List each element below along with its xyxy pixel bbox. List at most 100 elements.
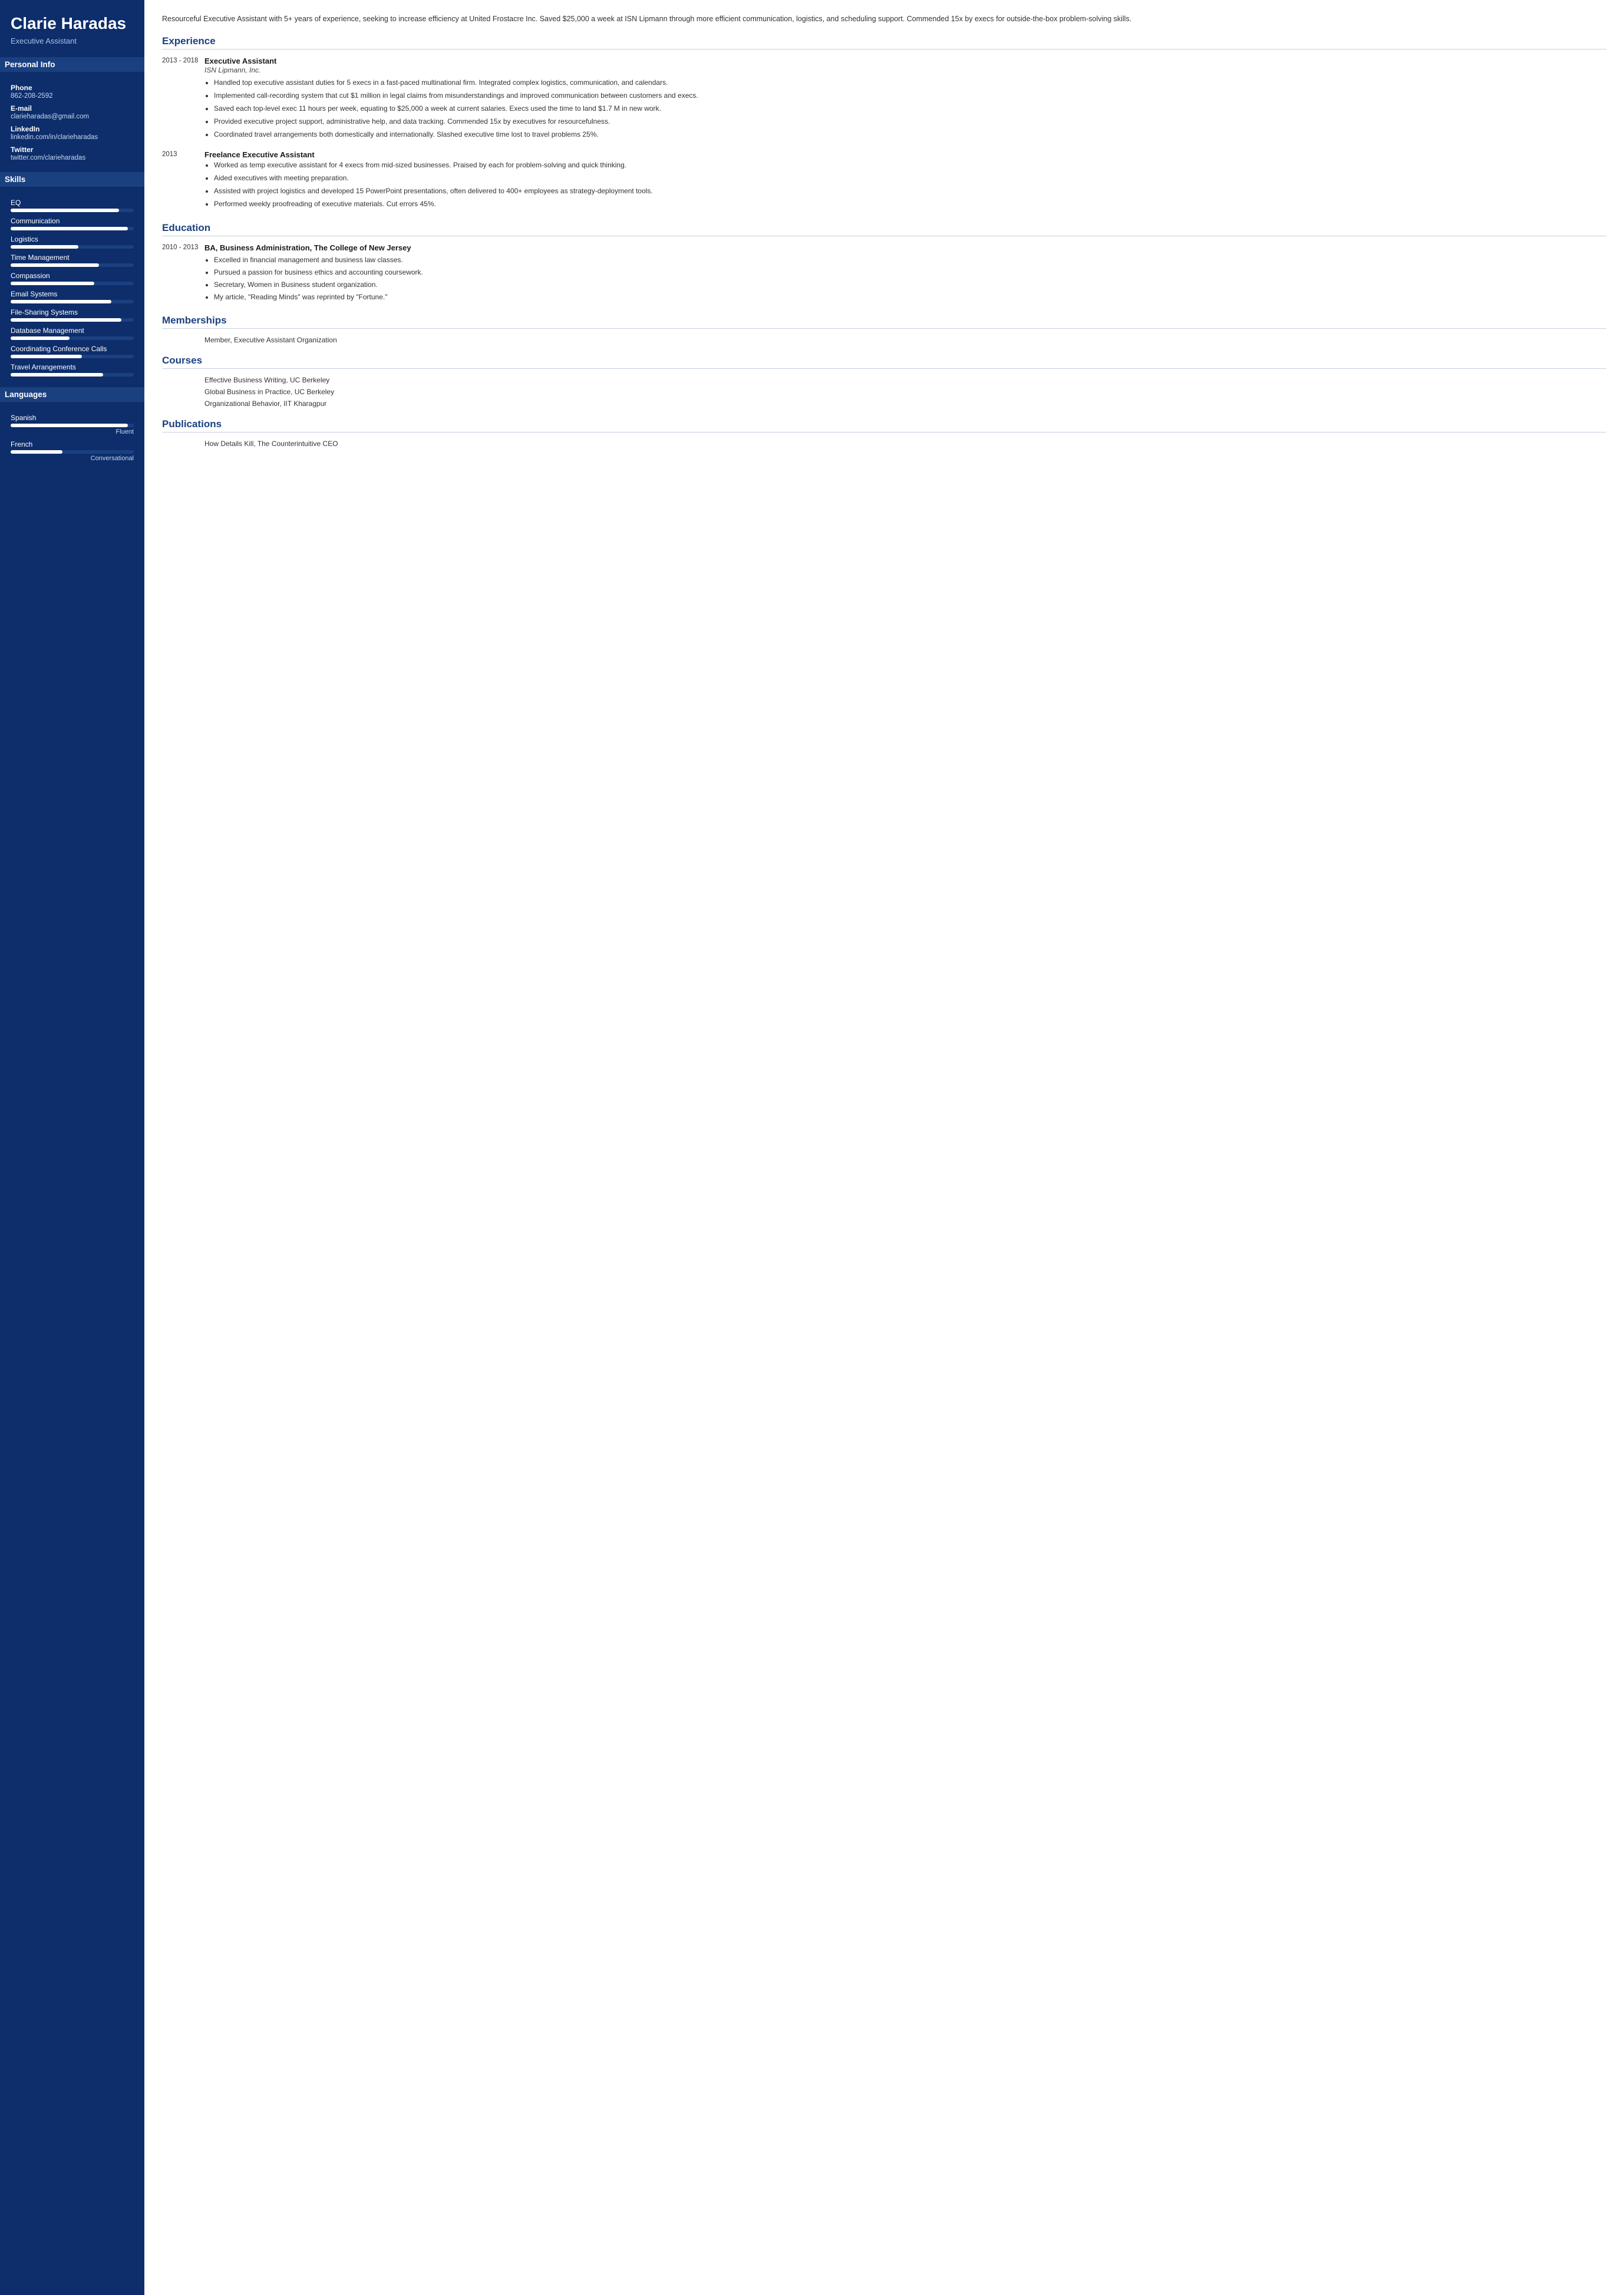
skill-name: EQ [11,199,134,207]
exp-bullet: Coordinated travel arrangements both dom… [214,129,1606,140]
course-text: Organizational Behavior, IIT Kharagpur [204,399,1606,408]
sidebar-title: Executive Assistant [11,37,134,45]
publication-entry: How Details Kill, The Counterintuitive C… [162,440,1606,448]
skill-name: Database Management [11,326,134,335]
edu-degree: BA, Business Administration, The College… [204,243,1606,252]
skill-bar-bg [11,300,134,303]
memberships-section: Memberships Member, Executive Assistant … [162,315,1606,344]
entry-indent [162,376,204,384]
language-level: Conversational [11,455,134,462]
skill-bar-bg [11,373,134,377]
skill-bar-bg [11,227,134,230]
twitter-label: Twitter [11,146,134,154]
skill-name: Email Systems [11,290,134,298]
languages-section-title: Languages [0,387,144,402]
exp-bullet: Handled top executive assistant duties f… [214,77,1606,88]
personal-info-fields: Phone 862-208-2592 E-mail clarieharadas@… [11,79,134,163]
course-text: Global Business in Practice, UC Berkeley [204,388,1606,396]
edu-bullets: Excelled in financial management and bus… [204,255,1606,302]
education-entries: 2010 - 2013BA, Business Administration, … [162,243,1606,304]
membership-entry: Member, Executive Assistant Organization [162,336,1606,344]
skill-bar-bg [11,245,134,249]
publications-section: Publications How Details Kill, The Count… [162,418,1606,448]
skill-bar-fill [11,355,82,358]
education-entry: 2010 - 2013BA, Business Administration, … [162,243,1606,304]
linkedin-value: linkedin.com/in/clarieharadas [11,134,134,141]
exp-bullet: Saved each top-level exec 11 hours per w… [214,103,1606,114]
skills-list: EQ Communication Logistics Time Management C… [11,194,134,378]
language-name: French [11,440,134,448]
skill-item: Email Systems [11,290,134,303]
language-item: French Conversational [11,440,134,462]
skill-bar-fill [11,245,78,249]
summary: Resourceful Executive Assistant with 5+ … [162,13,1606,25]
main-content: Resourceful Executive Assistant with 5+ … [144,0,1624,2295]
skill-item: Travel Arrangements [11,363,134,377]
exp-dates: 2013 - 2018 [162,57,204,142]
exp-bullet: Assisted with project logistics and deve… [214,186,1606,196]
skill-name: Communication [11,217,134,225]
linkedin-label: LinkedIn [11,125,134,133]
skill-item: Coordinating Conference Calls [11,345,134,358]
languages-list: SpanishFluentFrenchConversational [11,409,134,463]
skill-bar-bg [11,355,134,358]
memberships-entries: Member, Executive Assistant Organization [162,336,1606,344]
skill-bar-fill [11,373,103,377]
skill-bar-bg [11,282,134,285]
skill-bar-bg [11,263,134,267]
skill-bar-bg [11,209,134,212]
language-bar-fill [11,450,62,454]
edu-bullet: Pursued a passion for business ethics an… [214,267,1606,278]
skill-name: Coordinating Conference Calls [11,345,134,353]
courses-title: Courses [162,355,1606,369]
courses-section: Courses Effective Business Writing, UC B… [162,355,1606,408]
skill-bar-fill [11,318,121,322]
exp-bullet: Implemented call-recording system that c… [214,90,1606,101]
email-value: clarieharadas@gmail.com [11,113,134,120]
skill-name: Logistics [11,235,134,243]
education-section: Education 2010 - 2013BA, Business Admini… [162,222,1606,304]
sidebar: Clarie Haradas Executive Assistant Perso… [0,0,144,2295]
skill-name: File-Sharing Systems [11,308,134,316]
email-label: E-mail [11,104,134,113]
publication-text: How Details Kill, The Counterintuitive C… [204,440,1606,448]
edu-bullet: Excelled in financial management and bus… [214,255,1606,265]
language-bar-bg [11,424,134,427]
skill-item: EQ [11,199,134,212]
entry-indent [162,440,204,448]
edu-content: BA, Business Administration, The College… [204,243,1606,304]
skill-bar-fill [11,227,128,230]
entry-indent [162,388,204,396]
skill-bar-fill [11,336,70,340]
course-entry: Global Business in Practice, UC Berkeley [162,388,1606,396]
skills-section-title: Skills [0,172,144,187]
course-entry: Organizational Behavior, IIT Kharagpur [162,399,1606,408]
exp-job-title: Executive Assistant [204,57,1606,65]
twitter-value: twitter.com/clarieharadas [11,154,134,161]
exp-bullet: Provided executive project support, admi… [214,116,1606,127]
edu-dates: 2010 - 2013 [162,243,204,304]
experience-section: Experience 2013 - 2018Executive Assistan… [162,35,1606,212]
education-title: Education [162,222,1606,236]
language-bar-bg [11,450,134,454]
skill-item: Compassion [11,272,134,285]
exp-bullet: Worked as temp executive assistant for 4… [214,160,1606,170]
skill-name: Time Management [11,253,134,262]
skill-item: Database Management [11,326,134,340]
skill-name: Travel Arrangements [11,363,134,371]
exp-dates: 2013 [162,150,204,212]
exp-bullet: Performed weekly proofreading of executi… [214,199,1606,209]
skill-bar-fill [11,209,119,212]
publications-entries: How Details Kill, The Counterintuitive C… [162,440,1606,448]
publications-title: Publications [162,418,1606,432]
exp-bullets: Worked as temp executive assistant for 4… [204,160,1606,209]
exp-content: Executive AssistantISN Lipmann, Inc.Hand… [204,57,1606,142]
exp-content: Freelance Executive AssistantWorked as t… [204,150,1606,212]
skill-bar-bg [11,336,134,340]
course-entry: Effective Business Writing, UC Berkeley [162,376,1606,384]
language-bar-fill [11,424,128,427]
skill-item: Logistics [11,235,134,249]
skill-item: Communication [11,217,134,230]
skill-bar-bg [11,318,134,322]
courses-entries: Effective Business Writing, UC Berkeley G… [162,376,1606,408]
